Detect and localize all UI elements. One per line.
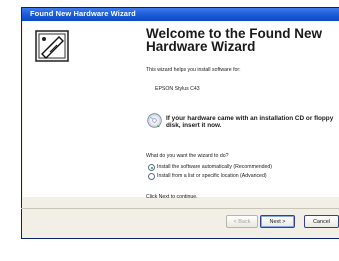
cd-prompt: If your hardware came with an installati… [166, 115, 334, 129]
device-name: EPSON Stylus C43 [155, 86, 200, 92]
option-advanced-label: Install from a list or specific location… [157, 173, 267, 179]
intro-text: This wizard helps you install software f… [146, 67, 241, 73]
radio-auto[interactable] [148, 164, 155, 171]
window-title: Found New Hardware Wizard [30, 9, 136, 18]
cd-icon [147, 113, 162, 128]
radio-advanced[interactable] [148, 173, 155, 180]
question-text: What do you want the wizard to do? [146, 153, 229, 159]
wizard-side-panel [23, 21, 84, 197]
option-auto[interactable]: Install the software automatically (Reco… [148, 163, 338, 171]
hardware-wizard-icon [35, 30, 69, 62]
wizard-heading: Welcome to the Found New Hardware Wizard [146, 26, 323, 54]
button-separator [21, 208, 339, 209]
option-auto-label: Install the software automatically (Reco… [157, 164, 273, 170]
next-button[interactable]: Next > [260, 215, 295, 228]
title-bar[interactable]: Found New Hardware Wizard [22, 8, 339, 21]
back-button[interactable]: < Back [226, 215, 258, 228]
cancel-button[interactable]: Cancel [304, 215, 339, 228]
option-advanced[interactable]: Install from a list or specific location… [148, 172, 338, 180]
continue-text: Click Next to continue. [146, 194, 198, 200]
